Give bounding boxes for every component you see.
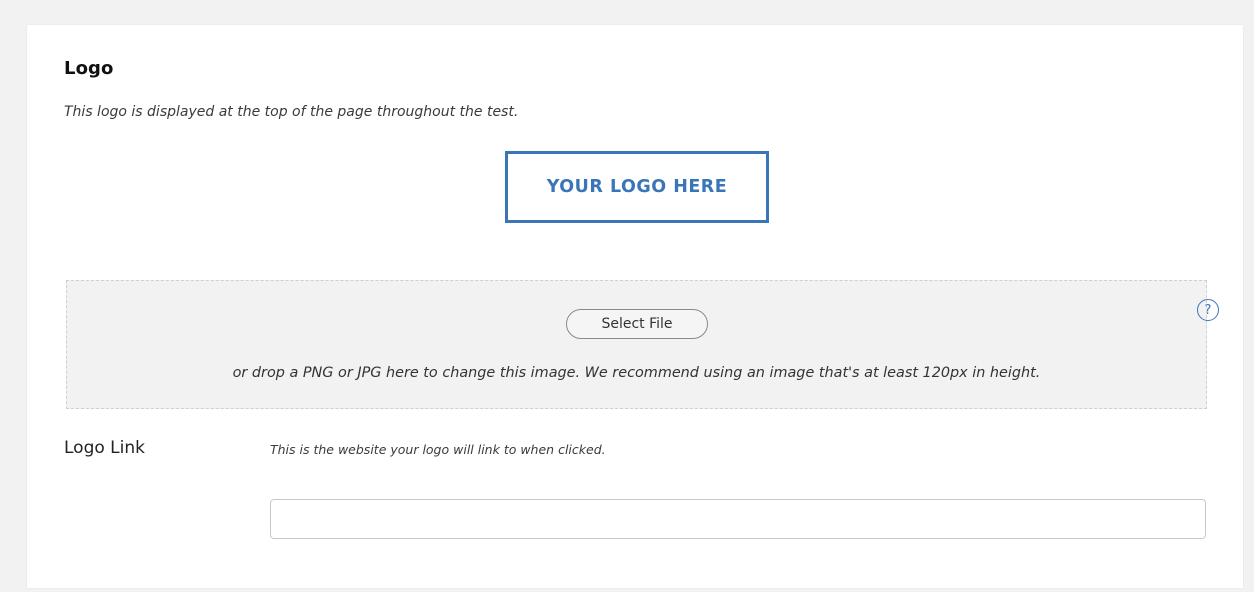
logo-preview-text: YOUR LOGO HERE: [546, 177, 728, 197]
logo-link-label: Logo Link: [64, 438, 145, 458]
section-description: This logo is displayed at the top of the…: [64, 104, 519, 120]
section-title: Logo: [64, 58, 114, 79]
logo-dropzone[interactable]: Select File or drop a PNG or JPG here to…: [66, 280, 1219, 409]
logo-link-hint: This is the website your logo will link …: [270, 442, 606, 457]
logo-link-input[interactable]: [270, 499, 1206, 539]
logo-settings-card: Logo This logo is displayed at the top o…: [27, 25, 1243, 588]
help-icon[interactable]: ?: [1197, 299, 1219, 321]
logo-preview: YOUR LOGO HERE: [505, 151, 769, 223]
select-file-button[interactable]: Select File: [566, 309, 708, 339]
help-glyph: ?: [1204, 302, 1212, 318]
dropzone-hint: or drop a PNG or JPG here to change this…: [232, 365, 1041, 381]
